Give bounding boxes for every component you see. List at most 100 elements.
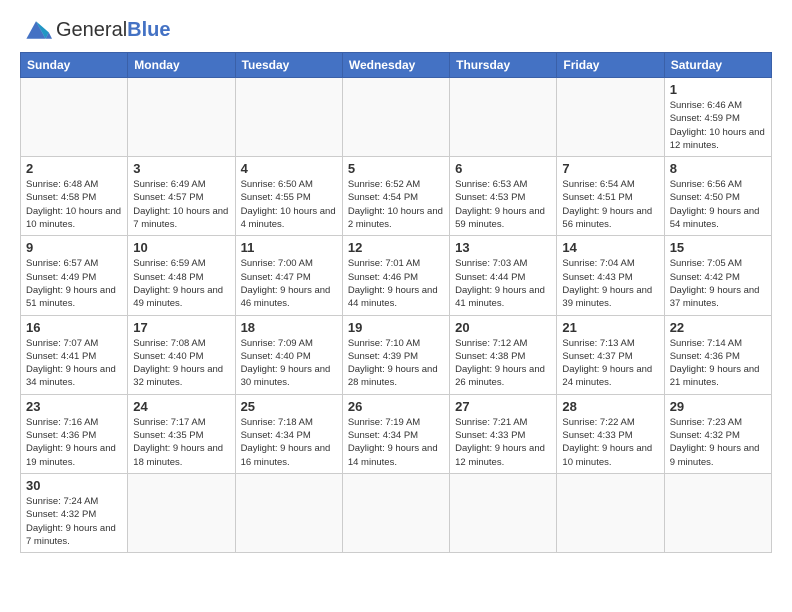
day-number: 30: [26, 478, 122, 493]
day-info: Sunrise: 7:22 AM Sunset: 4:33 PM Dayligh…: [562, 416, 658, 469]
calendar-cell-3-1: 17 Sunrise: 7:08 AM Sunset: 4:40 PM Dayli…: [128, 315, 235, 394]
day-number: 8: [670, 161, 766, 176]
day-number: 13: [455, 240, 551, 255]
calendar-week-0: 1Sunrise: 6:46 AM Sunset: 4:59 PM Daylig…: [21, 78, 772, 157]
day-info: Sunrise: 7:21 AM Sunset: 4:33 PM Dayligh…: [455, 416, 551, 469]
day-info: Sunrise: 7:13 AM Sunset: 4:37 PM Dayligh…: [562, 337, 658, 390]
day-info: Sunrise: 6:57 AM Sunset: 4:49 PM Dayligh…: [26, 257, 122, 310]
calendar-cell-4-4: 27 Sunrise: 7:21 AM Sunset: 4:33 PM Dayli…: [450, 394, 557, 473]
calendar-header-thursday: Thursday: [450, 53, 557, 78]
day-number: 29: [670, 399, 766, 414]
calendar-header-wednesday: Wednesday: [342, 53, 449, 78]
day-info: Sunrise: 6:56 AM Sunset: 4:50 PM Dayligh…: [670, 178, 766, 231]
calendar-cell-3-2: 18 Sunrise: 7:09 AM Sunset: 4:40 PM Dayli…: [235, 315, 342, 394]
calendar-cell-5-6: [664, 473, 771, 552]
header: GeneralBlue: [20, 16, 772, 44]
calendar-header-monday: Monday: [128, 53, 235, 78]
day-info: Sunrise: 6:53 AM Sunset: 4:53 PM Dayligh…: [455, 178, 551, 231]
day-number: 16: [26, 320, 122, 335]
calendar-cell-2-6: 15 Sunrise: 7:05 AM Sunset: 4:42 PM Dayli…: [664, 236, 771, 315]
calendar-cell-0-2: [235, 78, 342, 157]
day-number: 14: [562, 240, 658, 255]
day-number: 25: [241, 399, 337, 414]
day-number: 24: [133, 399, 229, 414]
day-info: Sunrise: 6:46 AM Sunset: 4:59 PM Dayligh…: [670, 99, 766, 152]
calendar-cell-3-3: 19Sunrise: 7:10 AM Sunset: 4:39 PM Dayli…: [342, 315, 449, 394]
day-info: Sunrise: 7:01 AM Sunset: 4:46 PM Dayligh…: [348, 257, 444, 310]
calendar-week-2: 9 Sunrise: 6:57 AM Sunset: 4:49 PM Daylig…: [21, 236, 772, 315]
day-info: Sunrise: 7:14 AM Sunset: 4:36 PM Dayligh…: [670, 337, 766, 390]
calendar-cell-4-3: 26 Sunrise: 7:19 AM Sunset: 4:34 PM Dayli…: [342, 394, 449, 473]
calendar-cell-3-5: 21 Sunrise: 7:13 AM Sunset: 4:37 PM Dayli…: [557, 315, 664, 394]
calendar-cell-0-1: [128, 78, 235, 157]
day-number: 4: [241, 161, 337, 176]
calendar-cell-5-4: [450, 473, 557, 552]
calendar-cell-1-1: 3 Sunrise: 6:49 AM Sunset: 4:57 PM Daylig…: [128, 157, 235, 236]
calendar-cell-4-2: 25 Sunrise: 7:18 AM Sunset: 4:34 PM Dayli…: [235, 394, 342, 473]
logo-text: GeneralBlue: [56, 19, 171, 42]
calendar-week-3: 16 Sunrise: 7:07 AM Sunset: 4:41 PM Dayli…: [21, 315, 772, 394]
calendar-cell-3-0: 16 Sunrise: 7:07 AM Sunset: 4:41 PM Dayli…: [21, 315, 128, 394]
day-number: 7: [562, 161, 658, 176]
calendar-header-friday: Friday: [557, 53, 664, 78]
day-number: 18: [241, 320, 337, 335]
calendar-cell-4-6: 29Sunrise: 7:23 AM Sunset: 4:32 PM Dayli…: [664, 394, 771, 473]
calendar-cell-1-4: 6 Sunrise: 6:53 AM Sunset: 4:53 PM Daylig…: [450, 157, 557, 236]
day-info: Sunrise: 7:08 AM Sunset: 4:40 PM Dayligh…: [133, 337, 229, 390]
day-info: Sunrise: 7:05 AM Sunset: 4:42 PM Dayligh…: [670, 257, 766, 310]
day-info: Sunrise: 7:00 AM Sunset: 4:47 PM Dayligh…: [241, 257, 337, 310]
day-number: 23: [26, 399, 122, 414]
calendar-cell-2-5: 14 Sunrise: 7:04 AM Sunset: 4:43 PM Dayli…: [557, 236, 664, 315]
day-number: 9: [26, 240, 122, 255]
day-number: 10: [133, 240, 229, 255]
day-info: Sunrise: 7:09 AM Sunset: 4:40 PM Dayligh…: [241, 337, 337, 390]
day-info: Sunrise: 7:07 AM Sunset: 4:41 PM Dayligh…: [26, 337, 122, 390]
calendar-week-4: 23Sunrise: 7:16 AM Sunset: 4:36 PM Dayli…: [21, 394, 772, 473]
day-info: Sunrise: 7:17 AM Sunset: 4:35 PM Dayligh…: [133, 416, 229, 469]
calendar-week-5: 30 Sunrise: 7:24 AM Sunset: 4:32 PM Dayli…: [21, 473, 772, 552]
calendar-cell-2-4: 13Sunrise: 7:03 AM Sunset: 4:44 PM Dayli…: [450, 236, 557, 315]
day-info: Sunrise: 7:18 AM Sunset: 4:34 PM Dayligh…: [241, 416, 337, 469]
day-number: 2: [26, 161, 122, 176]
day-number: 22: [670, 320, 766, 335]
calendar-cell-2-1: 10 Sunrise: 6:59 AM Sunset: 4:48 PM Dayli…: [128, 236, 235, 315]
calendar-header-row: SundayMondayTuesdayWednesdayThursdayFrid…: [21, 53, 772, 78]
day-number: 5: [348, 161, 444, 176]
day-number: 6: [455, 161, 551, 176]
day-info: Sunrise: 7:19 AM Sunset: 4:34 PM Dayligh…: [348, 416, 444, 469]
calendar-cell-0-6: 1Sunrise: 6:46 AM Sunset: 4:59 PM Daylig…: [664, 78, 771, 157]
calendar-cell-5-5: [557, 473, 664, 552]
calendar-cell-5-2: [235, 473, 342, 552]
day-number: 11: [241, 240, 337, 255]
calendar-cell-3-6: 22 Sunrise: 7:14 AM Sunset: 4:36 PM Dayli…: [664, 315, 771, 394]
day-number: 26: [348, 399, 444, 414]
calendar-cell-1-6: 8 Sunrise: 6:56 AM Sunset: 4:50 PM Daylig…: [664, 157, 771, 236]
day-number: 3: [133, 161, 229, 176]
day-number: 15: [670, 240, 766, 255]
day-info: Sunrise: 6:59 AM Sunset: 4:48 PM Dayligh…: [133, 257, 229, 310]
day-info: Sunrise: 6:54 AM Sunset: 4:51 PM Dayligh…: [562, 178, 658, 231]
calendar-cell-3-4: 20Sunrise: 7:12 AM Sunset: 4:38 PM Dayli…: [450, 315, 557, 394]
day-number: 17: [133, 320, 229, 335]
calendar-cell-4-1: 24 Sunrise: 7:17 AM Sunset: 4:35 PM Dayli…: [128, 394, 235, 473]
calendar-cell-2-2: 11 Sunrise: 7:00 AM Sunset: 4:47 PM Dayli…: [235, 236, 342, 315]
calendar-cell-0-3: [342, 78, 449, 157]
page: GeneralBlue SundayMondayTuesdayWednesday…: [0, 0, 792, 569]
day-info: Sunrise: 6:49 AM Sunset: 4:57 PM Dayligh…: [133, 178, 229, 231]
day-number: 27: [455, 399, 551, 414]
calendar-cell-5-3: [342, 473, 449, 552]
day-number: 21: [562, 320, 658, 335]
calendar-cell-5-0: 30 Sunrise: 7:24 AM Sunset: 4:32 PM Dayli…: [21, 473, 128, 552]
day-info: Sunrise: 7:04 AM Sunset: 4:43 PM Dayligh…: [562, 257, 658, 310]
calendar-header-tuesday: Tuesday: [235, 53, 342, 78]
calendar: SundayMondayTuesdayWednesdayThursdayFrid…: [20, 52, 772, 553]
day-number: 28: [562, 399, 658, 414]
calendar-week-1: 2Sunrise: 6:48 AM Sunset: 4:58 PM Daylig…: [21, 157, 772, 236]
calendar-cell-4-5: 28 Sunrise: 7:22 AM Sunset: 4:33 PM Dayli…: [557, 394, 664, 473]
day-number: 12: [348, 240, 444, 255]
logo-icon: [20, 16, 52, 44]
calendar-cell-1-0: 2Sunrise: 6:48 AM Sunset: 4:58 PM Daylig…: [21, 157, 128, 236]
day-info: Sunrise: 6:50 AM Sunset: 4:55 PM Dayligh…: [241, 178, 337, 231]
day-info: Sunrise: 7:24 AM Sunset: 4:32 PM Dayligh…: [26, 495, 122, 548]
logo: GeneralBlue: [20, 16, 171, 44]
